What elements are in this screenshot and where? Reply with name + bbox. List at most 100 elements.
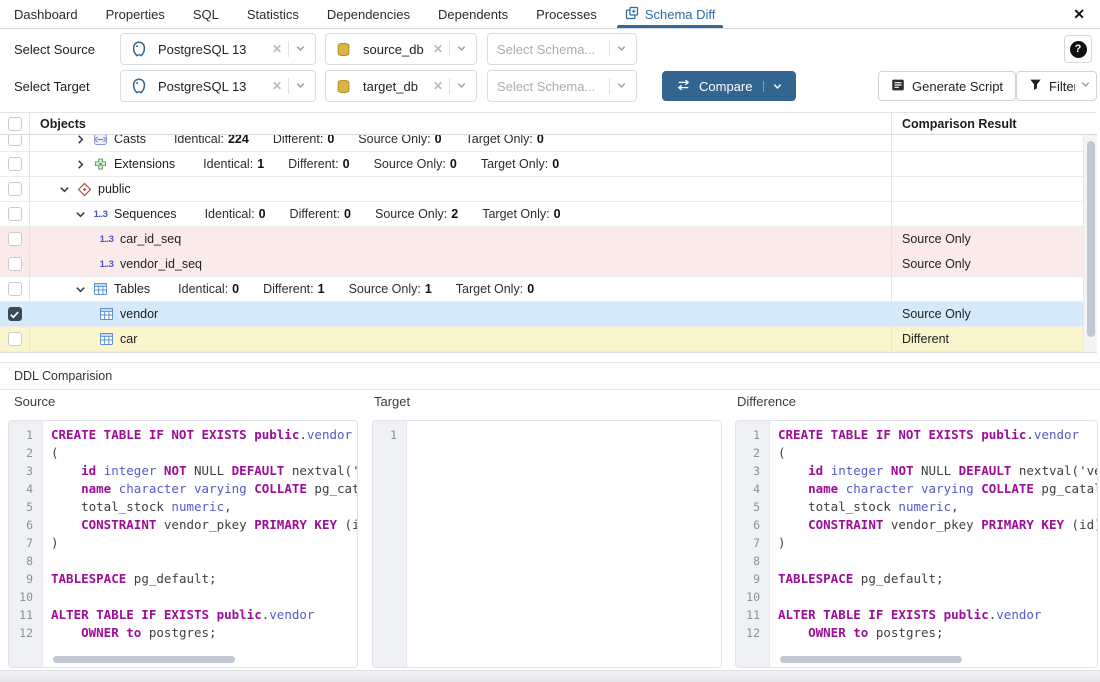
target-schema-select[interactable]: Select Schema... [487,70,637,102]
checkbox-unchecked[interactable] [8,135,22,146]
count-target-only: Target Only:0 [456,282,534,296]
row-checkbox[interactable] [0,277,30,301]
filter-icon [1029,78,1042,94]
source-server-select[interactable]: PostgreSQL 13 ✕ [120,33,316,65]
table-row[interactable]: carDifferent [0,327,1097,352]
tab-processes[interactable]: Processes [522,0,611,28]
tab-label: Processes [536,7,597,22]
checkbox-unchecked[interactable] [8,207,22,221]
tab-sql[interactable]: SQL [179,0,233,28]
table-row[interactable]: TablesIdentical:0Different:1Source Only:… [0,277,1097,302]
divider [449,78,450,94]
clear-icon[interactable]: ✕ [433,42,443,56]
select-all-checkbox[interactable] [0,113,30,134]
target-database-select[interactable]: target_db ✕ [325,70,477,102]
row-checkbox[interactable] [0,152,30,176]
row-checkbox[interactable] [0,252,30,276]
checkbox-checked[interactable] [8,307,22,321]
target-server-select[interactable]: PostgreSQL 13 ✕ [120,70,316,102]
chevron-down-icon[interactable] [456,42,467,57]
tab-properties[interactable]: Properties [92,0,179,28]
filter-dropdown-button[interactable] [1075,71,1097,101]
checkbox-unchecked[interactable] [8,282,22,296]
chevron-down-icon[interactable] [72,284,88,295]
clear-icon[interactable]: ✕ [272,79,282,93]
chevron-right-icon[interactable] [72,135,88,145]
count-identical: Identical:224 [174,135,249,146]
sql-code[interactable]: CREATE TABLE IF NOT EXISTS public.vendor… [770,421,1097,667]
source-schema-select[interactable]: Select Schema... [487,33,637,65]
target-database-value: target_db [363,79,418,94]
count-different: Different:0 [273,135,334,146]
count-identical: Identical:0 [205,207,266,221]
source-database-select[interactable]: source_db ✕ [325,33,477,65]
horizontal-scrollbar-thumb[interactable] [53,656,235,663]
row-checkbox[interactable] [0,227,30,251]
comparison-result-column-header[interactable]: Comparison Result [891,113,1083,134]
sequence-icon: 1..3 [92,209,109,220]
sql-code[interactable] [407,421,721,667]
row-checkbox[interactable] [0,177,30,201]
clear-icon[interactable]: ✕ [433,79,443,93]
schema-icon [76,182,93,197]
code-line [51,588,357,606]
close-icon[interactable]: ✕ [1058,0,1100,28]
chevron-down-icon[interactable] [616,42,627,57]
tab-statistics[interactable]: Statistics [233,0,313,28]
table-row[interactable]: CastsIdentical:224Different:0Source Only… [0,135,1097,152]
code-line: ) [51,534,357,552]
checkbox-unchecked[interactable] [8,257,22,271]
tab-dashboard[interactable]: Dashboard [0,0,92,28]
chevron-down-icon[interactable] [616,79,627,94]
object-label: vendor_id_seq [120,257,202,271]
chevron-down-icon[interactable] [56,184,72,195]
scrollbar-thumb[interactable] [1087,141,1095,337]
comparison-counts: Identical:0Different:1Source Only:1Targe… [178,282,534,296]
table-icon [98,332,115,346]
checkbox-unchecked[interactable] [8,182,22,196]
chevron-down-icon[interactable] [763,81,783,92]
chevron-down-icon[interactable] [72,209,88,220]
checkbox-unchecked[interactable] [8,332,22,346]
chevron-down-icon[interactable] [295,42,306,57]
object-label: Extensions [114,157,175,171]
horizontal-scrollbar-thumb[interactable] [780,656,962,663]
table-row[interactable]: 1..3SequencesIdentical:0Different:0Sourc… [0,202,1097,227]
chevron-down-icon[interactable] [456,79,467,94]
tab-dependencies[interactable]: Dependencies [313,0,424,28]
grid-vertical-scrollbar[interactable] [1083,135,1097,352]
table-row[interactable]: Extensions Identical:1Different:0Source O… [0,152,1097,177]
code-line: ) [778,534,1097,552]
count-identical: Identical:0 [178,282,239,296]
table-row[interactable]: 1..3car_id_seqSource Only [0,227,1097,252]
generate-script-button[interactable]: Generate Script [878,71,1016,101]
target-ddl-editor[interactable]: 1 [372,420,722,668]
source-ddl-editor[interactable]: 123456789101112 CREATE TABLE IF NOT EXIS… [8,420,358,668]
row-checkbox[interactable] [0,135,30,151]
row-checkbox[interactable] [0,202,30,226]
tab-dependents[interactable]: Dependents [424,0,522,28]
grid-body: CastsIdentical:224Different:0Source Only… [0,135,1097,352]
comparison-counts: Identical:1Different:0Source Only:0Targe… [203,157,559,171]
grid-header: Objects Comparison Result [0,113,1097,135]
row-checkbox[interactable] [0,327,30,351]
row-checkbox[interactable] [0,302,30,326]
difference-ddl-editor[interactable]: 123456789101112 CREATE TABLE IF NOT EXIS… [735,420,1098,668]
clear-icon[interactable]: ✕ [272,42,282,56]
objects-column-header[interactable]: Objects [30,117,891,131]
checkbox-unchecked[interactable] [8,232,22,246]
object-label: Sequences [114,207,177,221]
tab-schema-diff[interactable]: Schema Diff [611,0,730,28]
table-row[interactable]: 1..3vendor_id_seqSource Only [0,252,1097,277]
help-button[interactable]: ? [1064,35,1092,63]
table-row[interactable]: vendorSource Only [0,302,1097,327]
chevron-right-icon[interactable] [72,159,88,170]
count-source-only: Source Only:2 [375,207,458,221]
chevron-down-icon[interactable] [295,79,306,94]
checkbox-unchecked[interactable] [8,157,22,171]
compare-button[interactable]: Compare [662,71,796,101]
code-line: total_stock numeric, [51,498,357,516]
sql-code[interactable]: CREATE TABLE IF NOT EXISTS public.vendor… [43,421,357,667]
divider [288,41,289,57]
table-row[interactable]: public [0,177,1097,202]
